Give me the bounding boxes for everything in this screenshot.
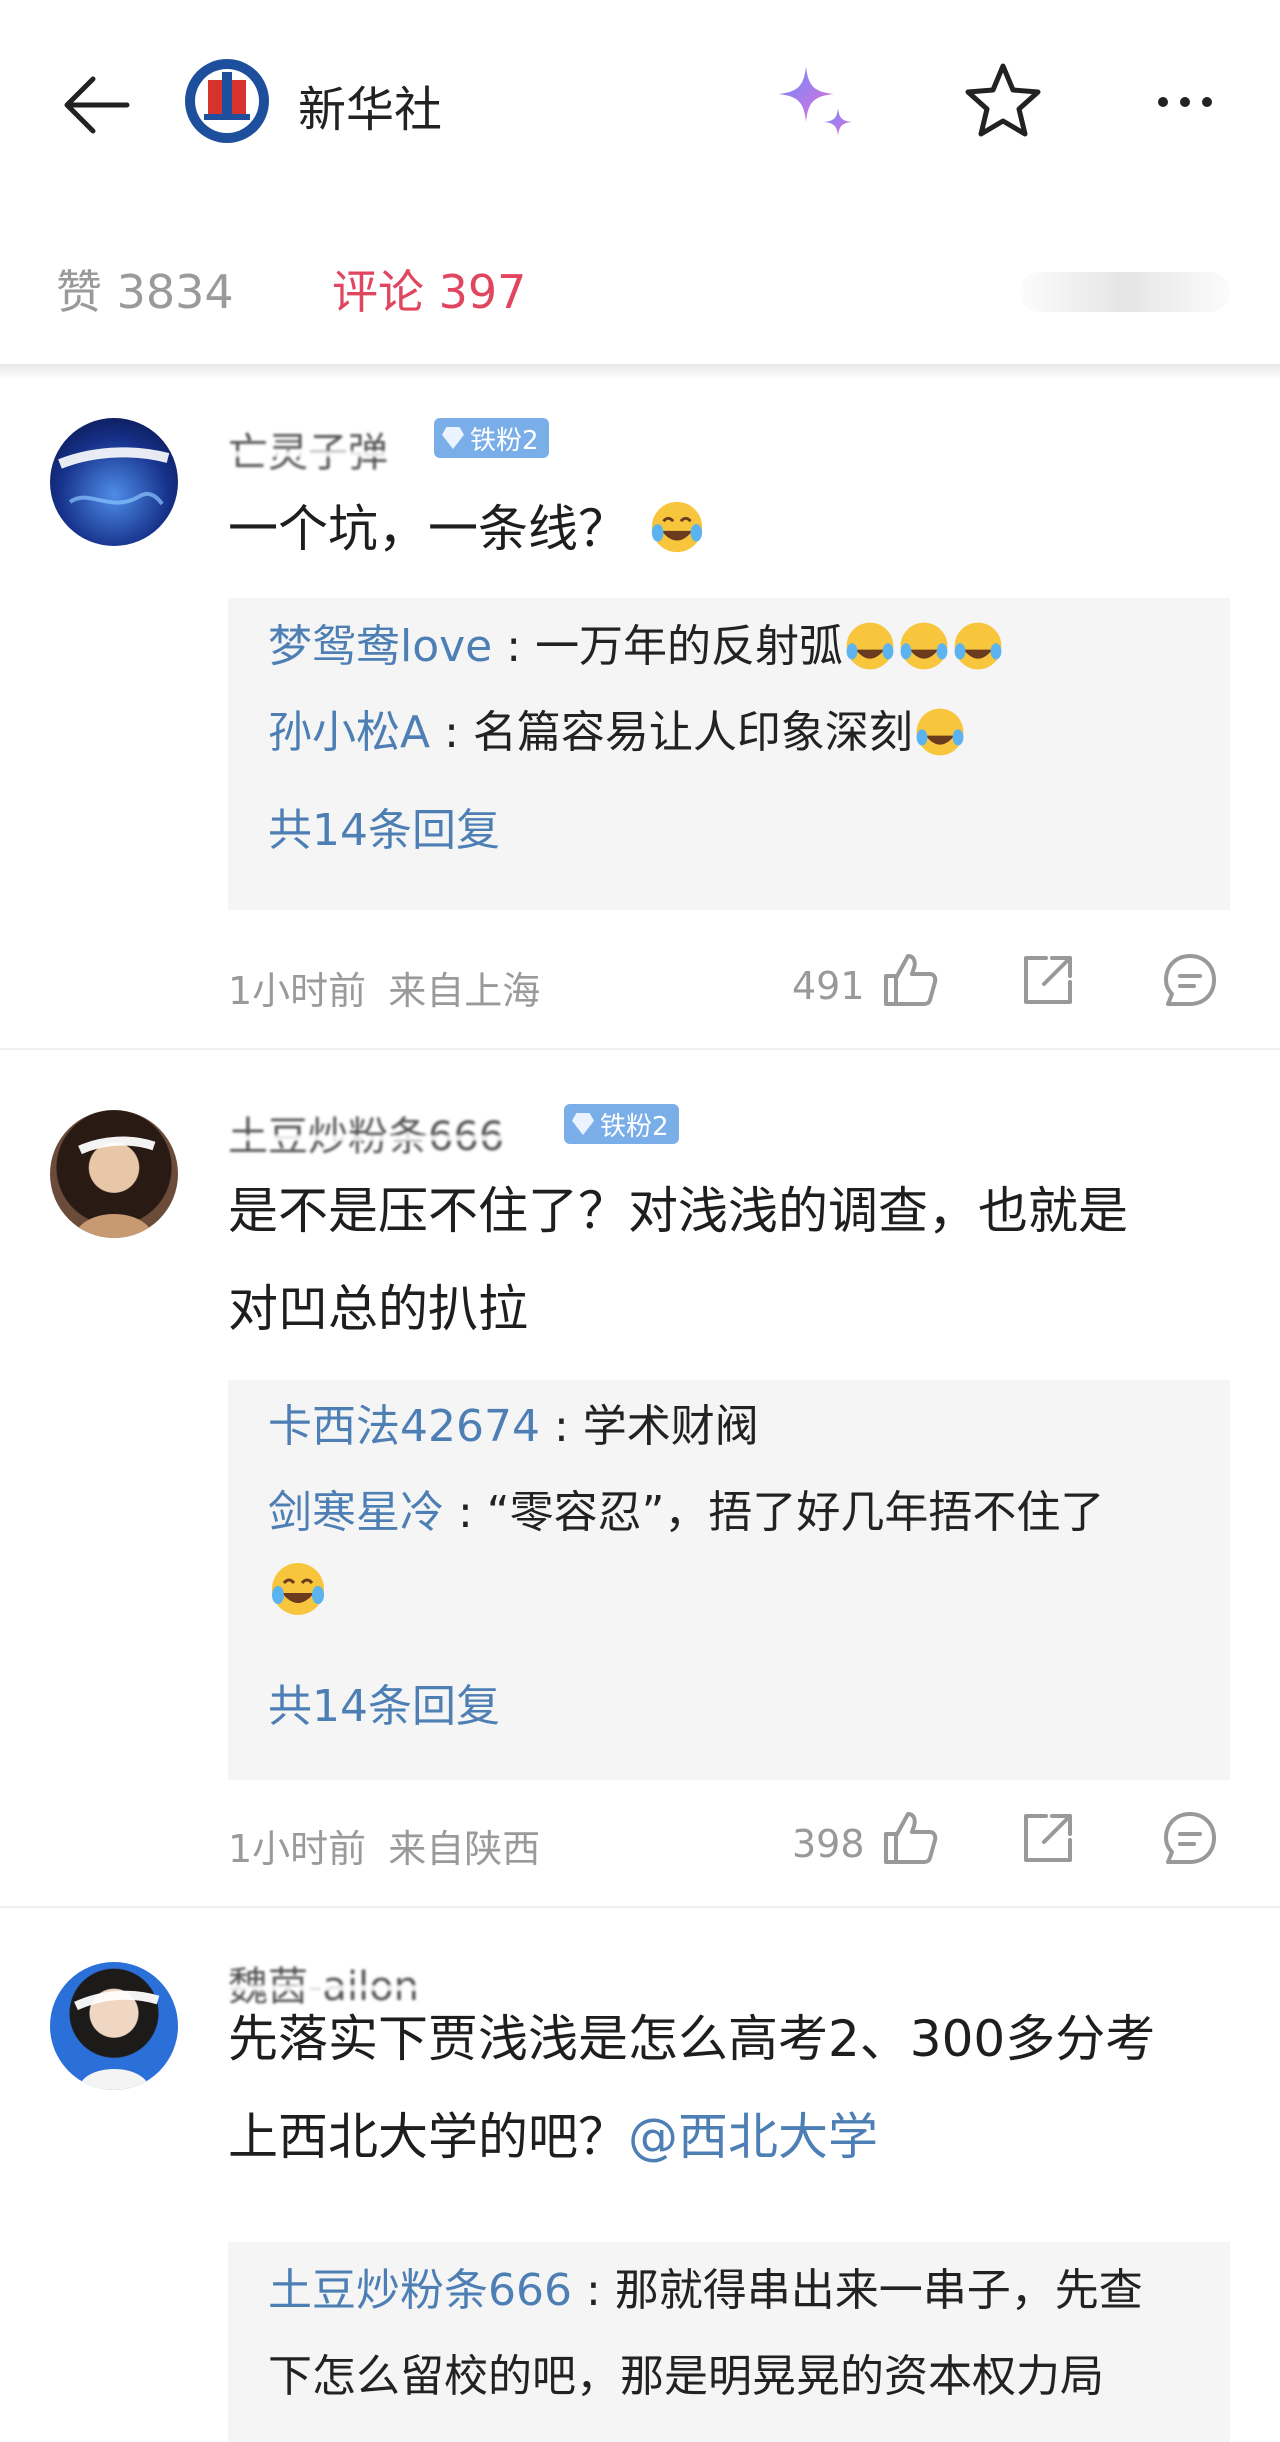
comment-body-line: 是不是压不住了？对浅浅的调查，也就是 <box>228 1182 1128 1240</box>
comment-text: 一个坑，一条线？ <box>228 480 1238 578</box>
reply-item[interactable]: 梦鸳鸯love : 一万年的反射弧 <box>268 604 1198 690</box>
reply-box[interactable]: 卡西法42674 : 学术财阀 剑寒星冷 : “零容忍”，捂了好几年捂不住了 共… <box>228 1380 1230 1780</box>
comment-item: 魏茵-ailon 先落实下贾浅浅是怎么高考2、300多分考 上西北大学的吧？@西… <box>0 1940 1280 2442</box>
ai-assistant-button[interactable] <box>772 60 862 150</box>
laugh-cry-emoji-icon <box>846 622 894 670</box>
reply-colon: : <box>539 1401 583 1452</box>
reply-text-continued: 下怎么留校的吧，那是明晃晃的资本权力局 <box>268 2351 1104 2402</box>
sparkle-icon <box>778 66 852 136</box>
account-title[interactable]: 新华社 <box>298 70 442 140</box>
comment-body: 上西北大学的吧？ <box>228 2108 628 2166</box>
reply-box[interactable]: 土豆炒粉条666 : 那就得串出来一串子，先查 下怎么留校的吧，那是明晃晃的资本… <box>228 2242 1230 2442</box>
top-bar: 新华社 <box>0 0 1280 200</box>
comment-username[interactable]: 亡灵子弹 <box>222 420 394 478</box>
fan-badge-label: 铁粉2 <box>470 425 539 456</box>
reply-colon: : <box>444 1487 487 1538</box>
reply-username[interactable]: 梦鸳鸯love <box>268 621 492 672</box>
comment-time: 1小时前 <box>228 1827 367 1871</box>
comment-text: 是不是压不住了？对浅浅的调查，也就是 对凹总的扒拉 <box>228 1162 1238 1358</box>
tab-likes[interactable]: 赞 3834 <box>56 256 234 322</box>
comment-reply-icon[interactable] <box>1160 1808 1220 1868</box>
laugh-cry-emoji-icon <box>916 708 964 756</box>
comment-text: 先落实下贾浅浅是怎么高考2、300多分考 上西北大学的吧？@西北大学 <box>228 1990 1238 2186</box>
share-icon[interactable] <box>1018 1808 1078 1868</box>
avatar[interactable] <box>50 418 178 546</box>
thumbs-up-icon[interactable] <box>878 1808 938 1868</box>
reply-item[interactable]: 剑寒星冷 : “零容忍”，捂了好几年捂不住了 <box>268 1470 1198 1628</box>
reply-username[interactable]: 土豆炒粉条666 <box>268 2265 572 2316</box>
like-count: 491 <box>792 964 865 1008</box>
mention-link[interactable]: @西北大学 <box>628 2108 878 2166</box>
blurred-control[interactable] <box>1020 272 1230 312</box>
more-dots-icon <box>1158 97 1168 107</box>
reply-colon: : <box>571 2265 615 2316</box>
avatar[interactable] <box>50 1962 178 2090</box>
avatar-image-icon <box>58 447 170 506</box>
laugh-cry-emoji-icon <box>954 622 1002 670</box>
comment-location: 来自陕西 <box>388 1827 541 1871</box>
comment-meta: 1小时前 来自上海 <box>228 960 540 1015</box>
diamond-icon <box>572 1113 594 1135</box>
comment-body-line: 先落实下贾浅浅是怎么高考2、300多分考 <box>228 2010 1156 2068</box>
avatar-image-icon <box>74 1990 160 2090</box>
reply-colon: : <box>430 707 473 758</box>
more-dots-icon <box>1202 97 1212 107</box>
reply-text: 那就得串出来一串子，先查 <box>614 2265 1143 2316</box>
reply-username[interactable]: 孙小松A <box>268 707 430 758</box>
reply-text: 一万年的反射弧 <box>535 621 844 672</box>
account-logo[interactable] <box>184 58 270 144</box>
comment-username[interactable]: 土豆炒粉条666 <box>221 1104 511 1162</box>
view-all-replies-link[interactable]: 共14条回复 <box>268 1670 500 1734</box>
view-all-replies-link[interactable]: 共14条回复 <box>268 794 500 858</box>
comment-page: 新华社 赞 3834 评论 397 亡灵子弹 铁粉2 一个坑，一条线？ 梦鸳鸯l… <box>0 0 1280 2442</box>
more-button[interactable] <box>1140 62 1230 142</box>
comment-meta: 1小时前 来自陕西 <box>228 1818 540 1873</box>
reply-item[interactable]: 卡西法42674 : 学术财阀 <box>268 1384 1198 1470</box>
comment-divider <box>0 1048 1280 1050</box>
reply-item[interactable]: 孙小松A : 名篇容易让人印象深刻 <box>268 690 1198 776</box>
fan-badge-label: 铁粉2 <box>600 1111 669 1142</box>
reply-colon: : <box>492 621 536 672</box>
diamond-icon <box>442 427 464 449</box>
comment-item: 亡灵子弹 铁粉2 一个坑，一条线？ 梦鸳鸯love : 一万年的反射弧 孙小松A… <box>0 380 1280 1050</box>
star-icon <box>965 63 1041 137</box>
xinhua-logo-icon <box>185 59 269 143</box>
comment-body: 一个坑，一条线？ <box>228 500 628 558</box>
tab-divider <box>0 364 1280 380</box>
reply-text: 名篇容易让人印象深刻 <box>472 707 913 758</box>
laugh-cry-emoji-icon <box>651 501 703 553</box>
arrow-left-icon <box>64 76 130 134</box>
comment-time: 1小时前 <box>228 969 367 1013</box>
comment-body-line: 上西北大学的吧？@西北大学 <box>228 2088 1238 2186</box>
tab-bar: 赞 3834 评论 397 <box>0 232 1280 364</box>
comment-location: 来自上海 <box>388 969 541 1013</box>
avatar-image-icon <box>74 1136 156 1238</box>
comment-divider <box>0 1906 1280 1908</box>
reply-username[interactable]: 剑寒星冷 <box>268 1487 444 1538</box>
laugh-cry-emoji-icon <box>272 1563 324 1615</box>
reply-item[interactable]: 土豆炒粉条666 : 那就得串出来一串子，先查 下怎么留校的吧，那是明晃晃的资本… <box>268 2248 1198 2420</box>
reply-username[interactable]: 卡西法42674 <box>268 1401 540 1452</box>
fan-badge: 铁粉2 <box>564 1104 679 1144</box>
favorite-button[interactable] <box>960 58 1046 144</box>
comment-body-line: 对凹总的扒拉 <box>228 1280 528 1338</box>
fan-badge: 铁粉2 <box>434 418 549 458</box>
thumbs-up-icon[interactable] <box>878 950 938 1010</box>
reply-text: 学术财阀 <box>582 1401 759 1452</box>
tab-comments[interactable]: 评论 397 <box>332 256 526 322</box>
laugh-cry-emoji-icon <box>900 622 948 670</box>
reply-emoji-line <box>268 1558 1198 1628</box>
avatar[interactable] <box>50 1110 178 1238</box>
like-count: 398 <box>792 1822 865 1866</box>
reply-text: “零容忍”，捂了好几年捂不住了 <box>486 1487 1105 1538</box>
back-button[interactable] <box>50 60 140 150</box>
reply-box[interactable]: 梦鸳鸯love : 一万年的反射弧 孙小松A : 名篇容易让人印象深刻 共14条… <box>228 598 1230 910</box>
more-dots-icon <box>1180 97 1190 107</box>
comment-reply-icon[interactable] <box>1160 950 1220 1010</box>
share-icon[interactable] <box>1018 950 1078 1010</box>
comment-item: 土豆炒粉条666 铁粉2 是不是压不住了？对浅浅的调查，也就是 对凹总的扒拉 卡… <box>0 1070 1280 1920</box>
